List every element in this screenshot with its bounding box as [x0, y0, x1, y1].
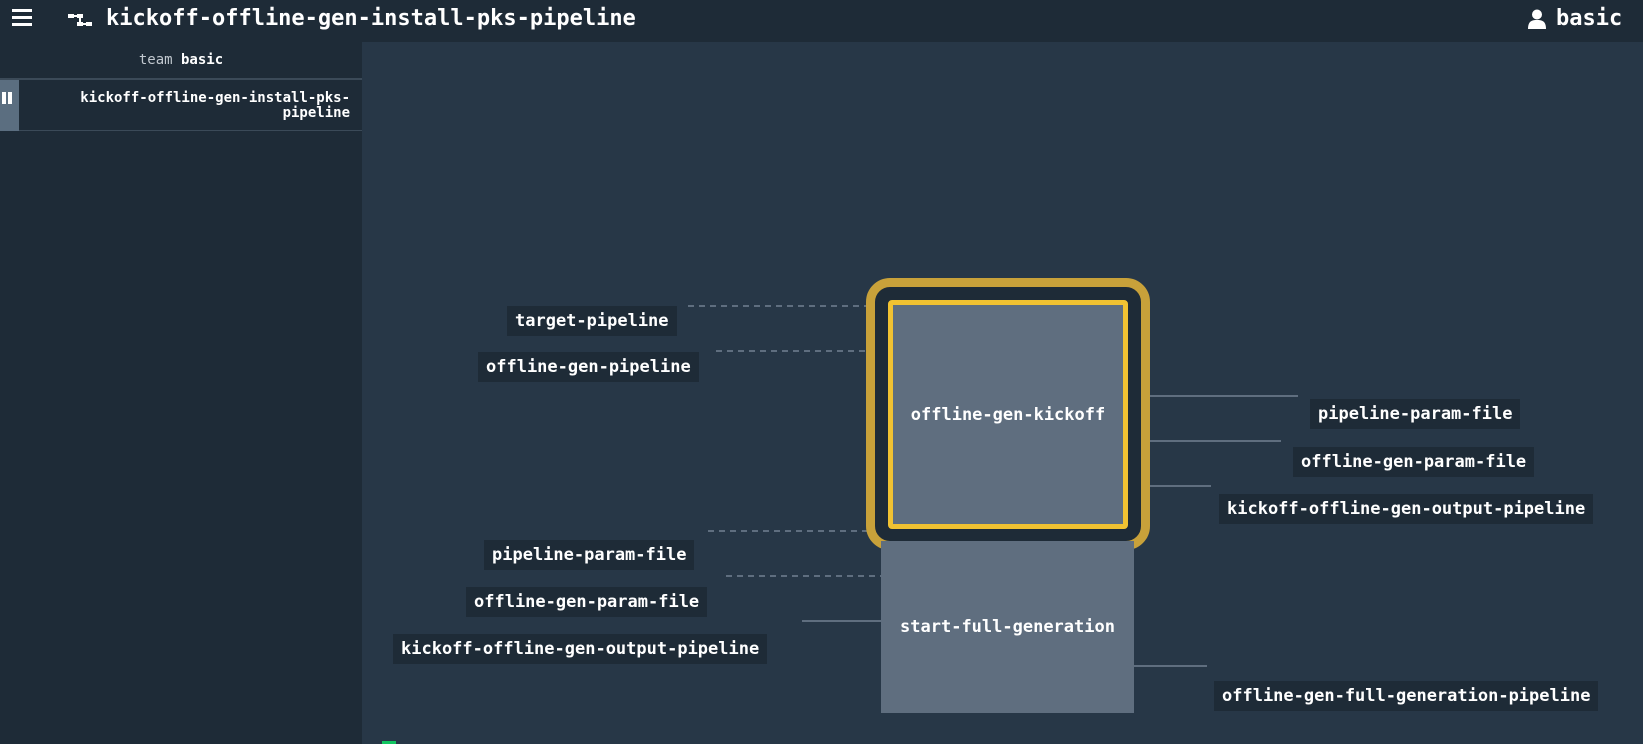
page-title: kickoff-offline-gen-install-pks-pipeline [106, 6, 636, 31]
resource-kickoff-offline-gen-output-pipeline-input[interactable]: kickoff-offline-gen-output-pipeline [393, 634, 768, 664]
resource-pipeline-param-file-input[interactable]: pipeline-param-file [484, 540, 695, 570]
user-menu[interactable]: basic [1528, 4, 1622, 34]
sidebar-item-label: kickoff-offline-gen-install-pks-pipeline [80, 90, 350, 121]
resource-target-pipeline[interactable]: target-pipeline [507, 306, 677, 336]
job-label: offline-gen-kickoff [910, 404, 1106, 425]
team-name: basic [181, 52, 224, 68]
job-offline-gen-kickoff[interactable]: offline-gen-kickoff [888, 300, 1128, 529]
pause-icon [2, 92, 6, 104]
sidebar-item-pipeline[interactable]: kickoff-offline-gen-install-pks-pipeline [0, 80, 362, 131]
pipeline-icon [68, 14, 92, 26]
user-icon [1528, 9, 1546, 29]
resource-offline-gen-full-generation-pipeline[interactable]: offline-gen-full-generation-pipeline [1214, 681, 1599, 711]
top-bar: kickoff-offline-gen-install-pks-pipeline… [0, 0, 1643, 42]
resource-offline-gen-param-file-input[interactable]: offline-gen-param-file [466, 587, 708, 617]
team-prefix: team [138, 52, 173, 68]
user-name: basic [1556, 6, 1623, 31]
resource-pipeline-param-file[interactable]: pipeline-param-file [1310, 399, 1521, 429]
hamburger-menu-icon[interactable] [12, 9, 32, 27]
pause-button[interactable] [0, 80, 19, 131]
team-header: team basic [0, 42, 362, 78]
resource-offline-gen-pipeline[interactable]: offline-gen-pipeline [478, 352, 699, 382]
resource-offline-gen-param-file[interactable]: offline-gen-param-file [1293, 447, 1535, 477]
sidebar: team basic kickoff-offline-gen-install-p… [0, 42, 362, 744]
pause-icon-bar [8, 92, 12, 104]
resource-kickoff-offline-gen-output-pipeline[interactable]: kickoff-offline-gen-output-pipeline [1219, 494, 1594, 524]
job-start-full-generation[interactable]: start-full-generation [881, 541, 1134, 713]
job-label: start-full-generation [900, 617, 1115, 637]
